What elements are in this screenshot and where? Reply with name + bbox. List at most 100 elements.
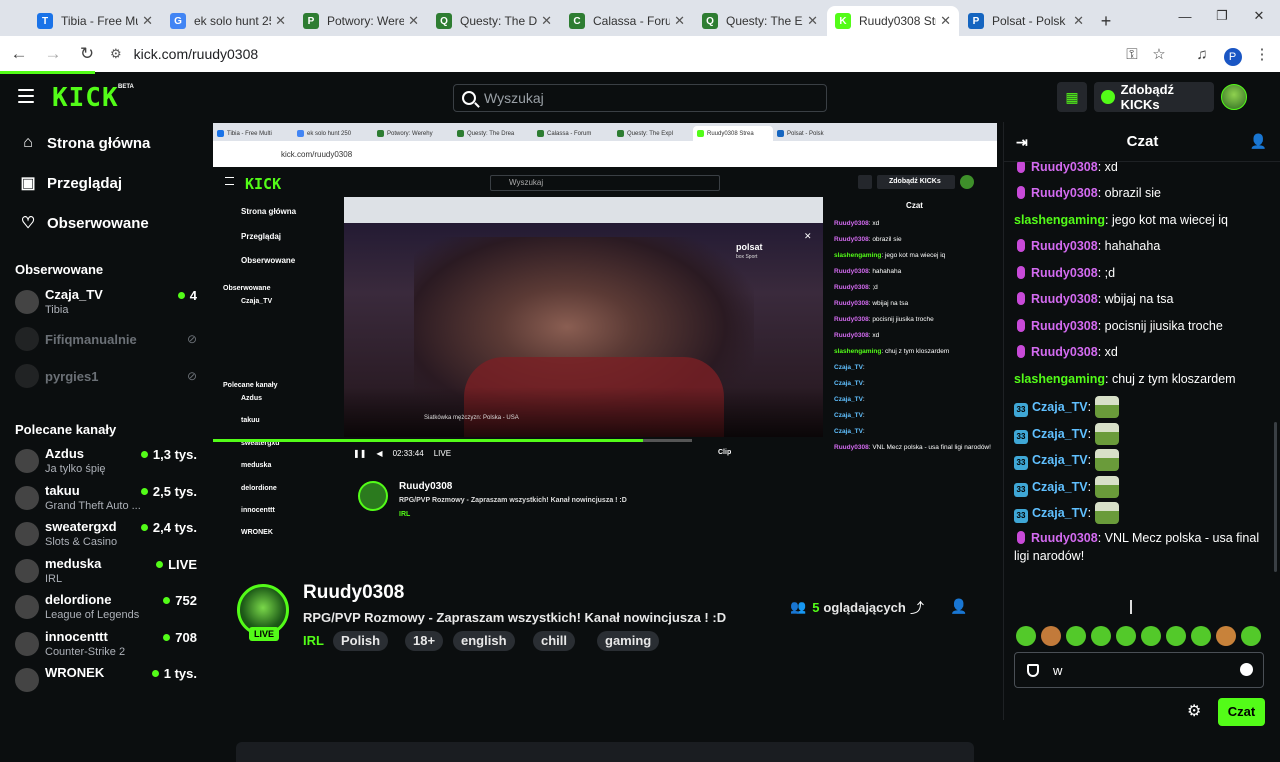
chat-username[interactable]: Ruudy0308 bbox=[1031, 319, 1098, 333]
close-window-icon[interactable]: ✕ bbox=[1236, 0, 1280, 32]
chat-users-icon[interactable]: 👤 bbox=[1250, 133, 1267, 150]
followed-channel[interactable]: Fifiqmanualnie ⊘ bbox=[15, 324, 203, 358]
stream-manager-icon[interactable]: ▦ bbox=[1057, 82, 1087, 112]
inner-tab-title: Ruudy0308 Strea bbox=[707, 130, 754, 137]
recommended-channel[interactable]: delordione League of Legends 752 bbox=[15, 592, 203, 626]
close-tab-icon[interactable]: ✕ bbox=[275, 13, 286, 29]
chat-username[interactable]: Czaja_TV bbox=[1032, 480, 1088, 494]
recommended-channel[interactable]: meduska IRL LIVE bbox=[15, 556, 203, 590]
inner-chat-text: chuj z tym kloszardem bbox=[884, 348, 950, 355]
close-tab-icon[interactable]: ✕ bbox=[541, 13, 552, 29]
tab-favicon-icon: G bbox=[170, 13, 186, 29]
chat-username[interactable]: Czaja_TV bbox=[1032, 506, 1088, 520]
bookmark-star-icon[interactable]: ☆ bbox=[1145, 40, 1173, 68]
get-kicks-button[interactable]: Zdobądź KICKs bbox=[1094, 82, 1214, 112]
reload-icon[interactable]: ↻ bbox=[72, 39, 102, 69]
emote-icon[interactable] bbox=[1016, 626, 1036, 646]
user-avatar[interactable] bbox=[1221, 84, 1247, 110]
close-tab-icon[interactable]: ✕ bbox=[142, 13, 153, 29]
chat-username[interactable]: Ruudy0308 bbox=[1031, 531, 1098, 545]
recommended-channel[interactable]: innocenttt Counter-Strike 2 708 bbox=[15, 629, 203, 663]
inner-player-controls: ❚❚ ◀ 02:33:44 LIVE bbox=[353, 449, 451, 458]
emote-icon[interactable] bbox=[1216, 626, 1236, 646]
close-tab-icon[interactable]: ✕ bbox=[1073, 13, 1084, 29]
emote-icon[interactable] bbox=[1116, 626, 1136, 646]
back-icon[interactable]: ← bbox=[4, 39, 34, 69]
inner-chat-user: Ruudy0308 bbox=[834, 284, 869, 291]
close-tab-icon[interactable]: ✕ bbox=[807, 13, 818, 29]
recommended-channel[interactable]: Azdus Ja tylko śpię 1,3 tys. bbox=[15, 446, 203, 480]
sidebar-item-home[interactable]: ⌂ Strona główna bbox=[18, 128, 150, 158]
chat-scrollbar[interactable] bbox=[1274, 422, 1277, 572]
hamburger-menu-icon[interactable] bbox=[18, 89, 34, 103]
browser-tab[interactable]: T Tibia - Free Multi ✕ bbox=[29, 6, 161, 36]
recommended-channel[interactable]: sweatergxd Slots & Casino 2,4 tys. bbox=[15, 519, 203, 553]
browser-tab[interactable]: P Polsat - Polsk ✕ bbox=[960, 6, 1092, 36]
chat-username[interactable]: slashengaming bbox=[1014, 372, 1105, 386]
browser-tab[interactable]: C Calassa - Forum✕ bbox=[561, 6, 693, 36]
avatar bbox=[15, 668, 39, 692]
emote-icon[interactable] bbox=[1141, 626, 1161, 646]
emote-icon[interactable] bbox=[1166, 626, 1186, 646]
stream-tag[interactable]: 18+ bbox=[405, 631, 444, 651]
kick-logo[interactable]: KICK bbox=[52, 85, 119, 111]
sidebar-item-browse[interactable]: ▣ Przeglądaj bbox=[18, 168, 122, 198]
stream-tag[interactable]: Polish bbox=[333, 631, 389, 651]
chat-username[interactable]: Ruudy0308 bbox=[1031, 162, 1098, 174]
followed-channel[interactable]: pyrgies1 ⊘ bbox=[15, 361, 203, 395]
emote-icon[interactable] bbox=[1241, 626, 1261, 646]
emote-icon[interactable] bbox=[1091, 626, 1111, 646]
chat-settings-gear-icon[interactable]: ⚙ bbox=[1187, 701, 1201, 721]
forward-icon[interactable]: → bbox=[38, 39, 68, 69]
emote-icon[interactable] bbox=[1066, 626, 1086, 646]
chat-separator: : bbox=[1087, 480, 1095, 494]
collapse-chat-icon[interactable]: ⇥ bbox=[1016, 134, 1028, 151]
browser-tab[interactable]: Gek solo hunt 250 ✕ bbox=[162, 6, 294, 36]
stream-tag[interactable]: chill bbox=[533, 631, 576, 651]
chat-username[interactable]: Ruudy0308 bbox=[1031, 266, 1098, 280]
follow-user-icon[interactable]: 👤 bbox=[950, 598, 967, 615]
chat-username[interactable]: Ruudy0308 bbox=[1031, 345, 1098, 359]
new-tab-button[interactable]: + bbox=[1092, 6, 1120, 36]
chat-username[interactable]: Czaja_TV bbox=[1032, 400, 1088, 414]
chat-input[interactable]: w bbox=[1014, 652, 1264, 688]
chat-username[interactable]: Ruudy0308 bbox=[1031, 292, 1098, 306]
video-player[interactable]: Tibia - Free Multi ek solo hunt 250 Potwor… bbox=[213, 123, 997, 544]
chat-username[interactable]: Czaja_TV bbox=[1032, 453, 1088, 467]
emote-icon[interactable] bbox=[1041, 626, 1061, 646]
chat-username[interactable]: Ruudy0308 bbox=[1031, 186, 1098, 200]
close-tab-icon[interactable]: ✕ bbox=[674, 13, 685, 29]
chat-username[interactable]: slashengaming bbox=[1014, 213, 1105, 227]
stream-tag[interactable]: gaming bbox=[597, 631, 660, 651]
close-tab-icon[interactable]: ✕ bbox=[408, 13, 419, 29]
share-icon[interactable]: ⤴ bbox=[910, 598, 924, 618]
inner-browser-tabs: Tibia - Free Multi ek solo hunt 250 Potwor… bbox=[213, 123, 997, 141]
menu-kebab-icon[interactable]: ⋮ bbox=[1248, 40, 1276, 68]
chat-send-button[interactable]: Czat bbox=[1218, 698, 1265, 726]
browser-tab[interactable]: Q Questy: The Expl ✕ bbox=[694, 6, 826, 36]
viewer-count: 👥 5 oglądających bbox=[790, 599, 906, 615]
sidebar-item-following[interactable]: ♡ Obserwowane bbox=[18, 208, 149, 238]
password-key-icon[interactable]: ⚿ bbox=[1118, 40, 1146, 68]
emote-icon[interactable] bbox=[1191, 626, 1211, 646]
followed-channel[interactable]: Czaja_TV Tibia 4 bbox=[15, 287, 203, 321]
browser-tab[interactable]: K Ruudy0308 Strea ✕ bbox=[827, 6, 959, 36]
media-control-icon[interactable]: ♫ bbox=[1188, 40, 1216, 68]
inner-progress-bar bbox=[213, 439, 692, 442]
browser-tab[interactable]: Q Questy: The Drea✕ bbox=[428, 6, 560, 36]
chat-username[interactable]: Ruudy0308 bbox=[1031, 239, 1098, 253]
search-input[interactable]: Wyszukaj bbox=[453, 84, 827, 112]
emoji-picker-icon[interactable] bbox=[1240, 663, 1253, 676]
address-bar[interactable]: ⚙ kick.com/ruudy0308 bbox=[100, 39, 1180, 69]
channel-name[interactable]: Ruudy0308 bbox=[303, 582, 404, 604]
recommended-channel[interactable]: takuu Grand Theft Auto ... 2,5 tys. bbox=[15, 483, 203, 517]
category-link[interactable]: IRL bbox=[303, 633, 324, 648]
stream-tag[interactable]: english bbox=[453, 631, 515, 651]
site-info-icon[interactable]: ⚙ bbox=[110, 46, 122, 62]
browser-tab[interactable]: P Potwory: Werehy✕ bbox=[295, 6, 427, 36]
chat-username[interactable]: Czaja_TV bbox=[1032, 427, 1088, 441]
close-tab-icon[interactable]: ✕ bbox=[940, 13, 951, 29]
recommended-channel[interactable]: WRONEK 1 tys. bbox=[15, 665, 203, 699]
inner-category: IRL bbox=[399, 511, 411, 518]
profile-avatar[interactable]: P bbox=[1216, 40, 1244, 68]
